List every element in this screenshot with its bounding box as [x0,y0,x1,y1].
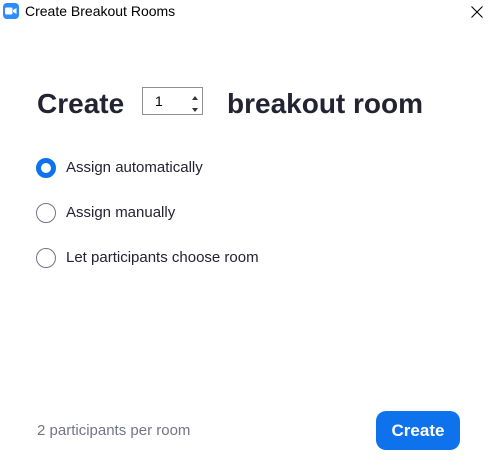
radio-assign-manually[interactable] [36,203,56,223]
headline-suffix: breakout room [227,88,424,119]
headline-prefix: Create [37,88,125,119]
radio-participants-choose[interactable] [36,248,56,268]
option-label: Assign automatically [66,159,203,176]
close-icon[interactable] [467,2,487,22]
participants-per-room-text: 2 participants per room [37,422,191,439]
room-count-input[interactable]: 1 [155,93,163,109]
radio-assign-automatically[interactable] [36,158,56,178]
spin-up-icon[interactable] [190,90,200,100]
create-button[interactable]: Create [376,411,460,450]
create-breakout-rooms-dialog: Create Breakout Rooms Create 1 breakout … [0,0,494,470]
room-count-spinner[interactable]: 1 [142,87,203,115]
option-label: Let participants choose room [66,249,259,266]
option-label: Assign manually [66,204,176,221]
spin-down-icon[interactable] [190,102,200,112]
title-bar: Create Breakout Rooms [0,0,494,28]
zoom-camera-icon [3,3,19,19]
window-title: Create Breakout Rooms [25,3,176,19]
